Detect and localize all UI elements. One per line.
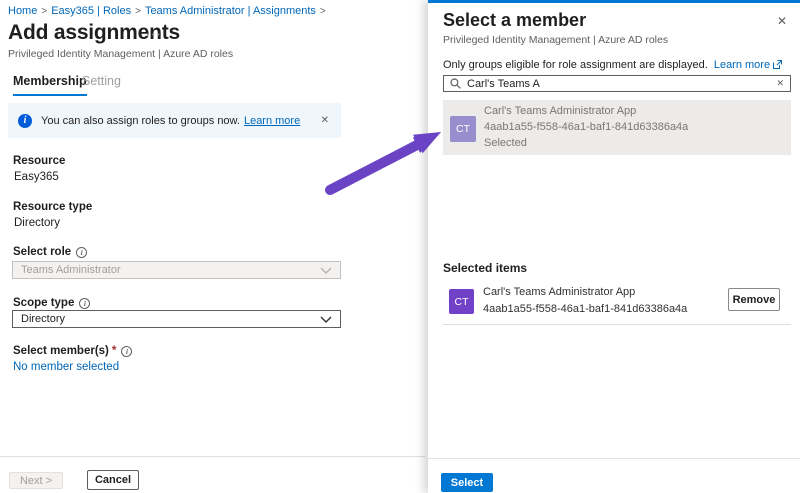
footer-divider [0, 456, 425, 457]
screen: Home > Easy365 | Roles > Teams Administrator… [0, 0, 800, 493]
eligibility-text: Only groups eligible for role assignment… [443, 59, 708, 71]
avatar: CT [450, 116, 476, 142]
banner-learn-more-link[interactable]: Learn more [244, 115, 300, 127]
breadcrumb: Home > Easy365 | Roles > Teams Administrator… [8, 5, 330, 17]
clear-search-icon[interactable]: ✕ [776, 78, 784, 89]
no-member-selected-link[interactable]: No member selected [13, 361, 119, 373]
select-role-value: Teams Administrator [21, 264, 121, 276]
search-icon [450, 78, 461, 89]
scope-type-value: Directory [21, 313, 65, 325]
tab-membership[interactable]: Membership [13, 74, 87, 96]
remove-button[interactable]: Remove [728, 288, 780, 311]
breadcrumb-link-home[interactable]: Home [8, 5, 37, 17]
chevron-down-icon [320, 316, 332, 323]
breadcrumb-link-teams-administrator-assignments[interactable]: Teams Administrator | Assignments [145, 5, 316, 17]
select-member-panel: ✕ Select a member Privileged Identity Ma… [428, 0, 800, 493]
member-search-input[interactable] [467, 78, 776, 90]
panel-title: Select a member [443, 10, 586, 31]
required-asterisk: * [112, 345, 116, 357]
selected-item-row: CT Carl's Teams Administrator App 4aab1a… [443, 282, 791, 324]
learn-more-link[interactable]: Learn more [714, 59, 782, 71]
tab-setting[interactable]: Setting [82, 74, 121, 94]
info-icon: i [18, 114, 32, 128]
resource-type-value: Directory [14, 217, 60, 229]
breadcrumb-link-easy365-roles[interactable]: Easy365 | Roles [51, 5, 131, 17]
select-role-label-text: Select role [13, 246, 71, 258]
scope-type-dropdown[interactable]: Directory [12, 310, 341, 328]
external-link-icon [773, 60, 782, 72]
scope-type-label-text: Scope type [13, 297, 74, 309]
add-assignments-page: Home > Easy365 | Roles > Teams Administrator… [0, 0, 425, 493]
info-icon: i [121, 346, 132, 357]
result-status: Selected [484, 137, 527, 149]
panel-subtitle: Privileged Identity Management | Azure A… [443, 34, 668, 46]
selected-item-name: Carl's Teams Administrator App [483, 286, 635, 298]
result-id: 4aab1a55-f558-46a1-baf1-841d63386a4a [484, 121, 688, 133]
breadcrumb-separator: > [320, 6, 326, 17]
cancel-button[interactable]: Cancel [87, 470, 139, 490]
banner-close-icon[interactable]: ✕ [319, 113, 331, 128]
info-icon: i [79, 298, 90, 309]
breadcrumb-separator: > [135, 6, 141, 17]
more-menu-icon[interactable]: ··· [146, 27, 162, 42]
selected-items-header: Selected items [443, 261, 527, 275]
breadcrumb-separator: > [41, 6, 47, 17]
eligibility-note: Only groups eligible for role assignment… [443, 59, 782, 72]
search-result-row[interactable]: CT Carl's Teams Administrator App 4aab1a… [443, 100, 791, 155]
chevron-down-icon [320, 267, 332, 274]
page-subtitle: Privileged Identity Management | Azure A… [8, 48, 233, 60]
info-banner: i You can also assign roles to groups no… [8, 103, 341, 138]
select-role-label: Select role i [13, 246, 87, 258]
resource-value: Easy365 [14, 171, 59, 183]
member-search-box: ✕ [443, 75, 791, 92]
next-button[interactable]: Next > [9, 472, 63, 489]
learn-more-label: Learn more [714, 59, 770, 71]
resource-label: Resource [13, 155, 65, 167]
scope-type-label: Scope type i [13, 297, 90, 309]
panel-footer-divider [428, 458, 800, 459]
select-members-label: Select member(s) * i [13, 345, 132, 357]
select-button[interactable]: Select [441, 473, 493, 492]
close-icon[interactable]: ✕ [777, 14, 787, 28]
select-members-label-text: Select member(s) [13, 345, 109, 357]
selected-item-id: 4aab1a55-f558-46a1-baf1-841d63386a4a [483, 303, 687, 315]
select-role-dropdown[interactable]: Teams Administrator [12, 261, 341, 279]
banner-text: You can also assign roles to groups now. [41, 115, 240, 127]
info-icon: i [76, 247, 87, 258]
divider [443, 324, 791, 325]
result-name: Carl's Teams Administrator App [484, 105, 636, 117]
resource-type-label: Resource type [13, 201, 92, 213]
avatar: CT [449, 289, 474, 314]
